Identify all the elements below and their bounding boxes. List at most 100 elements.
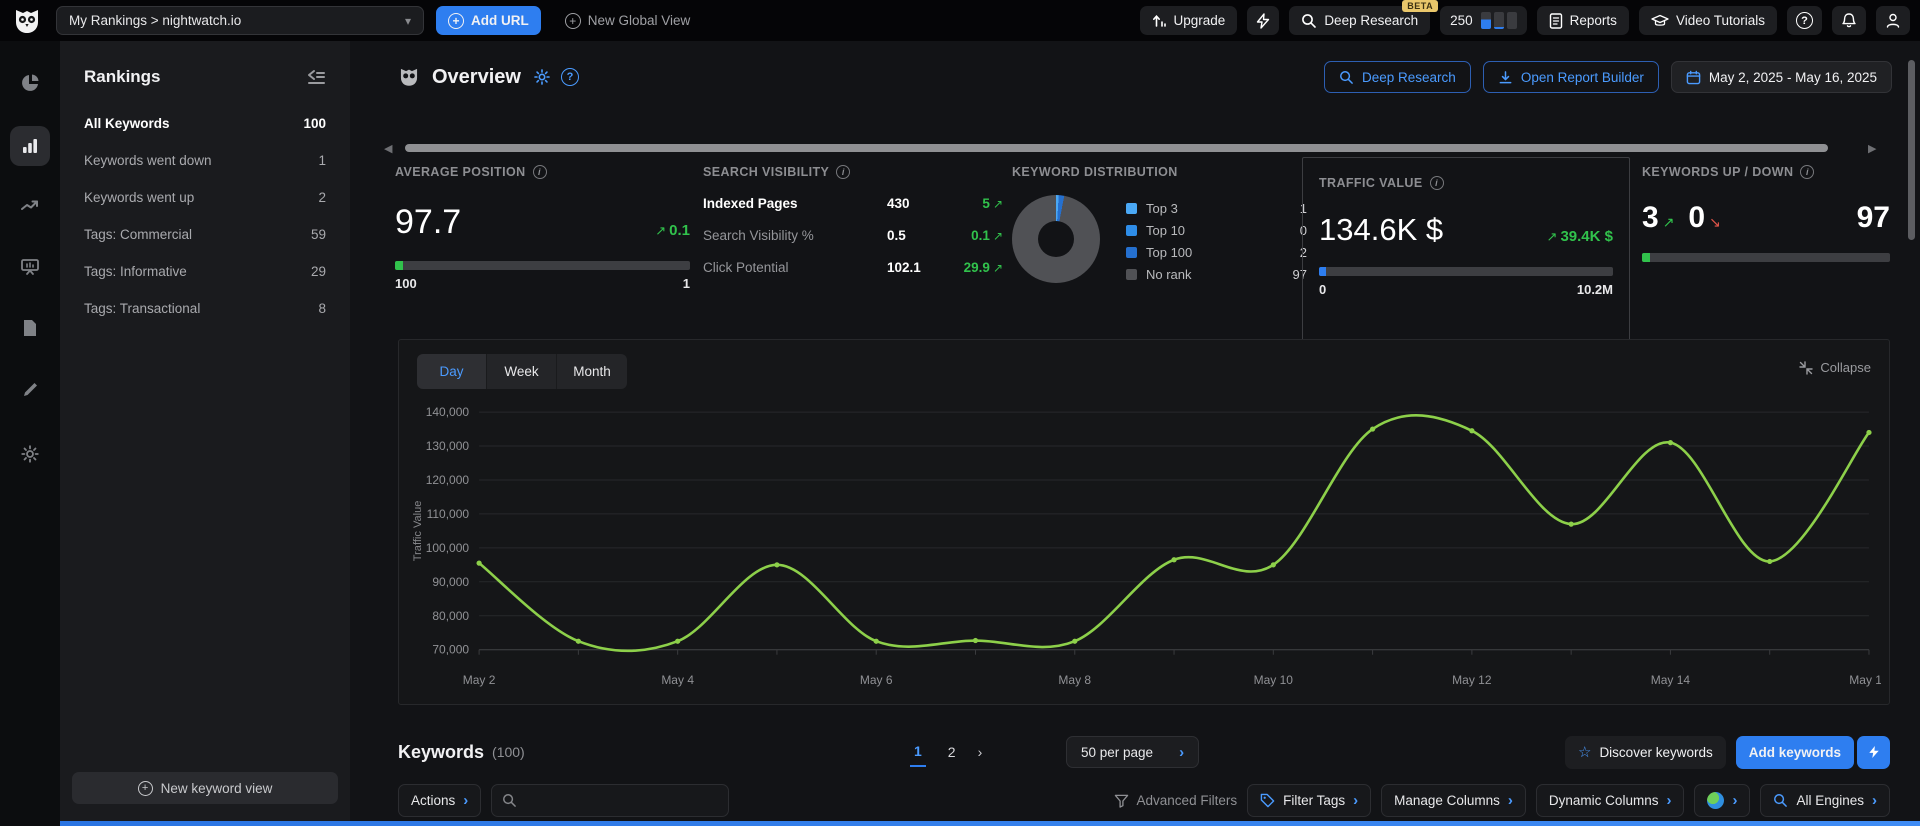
search-icon [503,794,517,807]
actions-button[interactable]: Actions › [398,784,482,817]
keywords-title: Keywords [398,741,485,762]
help-button[interactable]: ? [1787,6,1822,35]
tab-day[interactable]: Day [417,354,487,389]
add-keywords-label: Add keywords [1748,744,1841,760]
project-selector[interactable]: My Rankings > nightwatch.io ▾ [56,6,424,35]
scroll-left-icon[interactable]: ◀ [384,142,392,155]
keywords-up-down-card[interactable]: KEYWORDS UP / DOWN i 3 ↗ 0 ↘ 97 [1642,165,1890,341]
sidebar-item-all-keywords[interactable]: All Keywords 100 [60,105,350,142]
legend-label: Top 10 [1146,222,1186,238]
keywords-norank-value: 97 [1856,201,1890,234]
view-label: Keywords went down [84,153,212,168]
sidebar-item-backlinks[interactable] [10,247,50,287]
sidebar-item-site-analysis[interactable] [10,186,50,226]
next-page-icon[interactable]: › [978,744,983,760]
nightwatch-logo[interactable] [10,4,44,38]
keyword-search-input[interactable] [525,793,719,808]
deep-research-header-button[interactable]: Deep Research [1324,61,1471,93]
locale-selector-button[interactable]: › [1694,784,1751,817]
quick-actions-button[interactable] [1247,6,1280,35]
metric-value: 102.1 [887,260,921,275]
bulk-add-lightning-button[interactable] [1857,735,1890,769]
dynamic-columns-button[interactable]: Dynamic Columns › [1535,784,1685,817]
traffic-chart[interactable]: 70,000 80,000 90,000 100,000 110,000 120,000 1… [407,398,1889,696]
scale-min: 100 [395,276,417,291]
search-visibility-card[interactable]: SEARCH VISIBILITY i Indexed Pages 430 5 ↗… [703,165,1003,341]
tab-month[interactable]: Month [557,354,627,389]
info-icon[interactable]: i [532,165,547,179]
new-global-view-button[interactable]: + New Global View [553,6,703,35]
info-icon[interactable]: i [1800,165,1815,179]
keyword-distribution-card[interactable]: KEYWORD DISTRIBUTION Top 3 1 Top 10 0 To… [1012,165,1307,341]
click-potential-row: Click Potential 102.1 29.9 ↗ [703,260,1003,275]
open-report-builder-button[interactable]: Open Report Builder [1482,61,1659,93]
bar-chart-icon [23,139,37,153]
manage-columns-button[interactable]: Manage Columns › [1381,784,1526,817]
collapse-chart-button[interactable]: Collapse [1799,360,1871,375]
granularity-tabs: Day Week Month [417,354,627,389]
reports-label: Reports [1569,13,1617,28]
horizontal-scrollbar[interactable] [60,821,1920,826]
sidebar-item-keywords-went-down[interactable]: Keywords went down 1 [60,142,350,179]
pagination: 1 2 › [910,737,982,767]
notifications-button[interactable] [1832,6,1866,35]
keyword-search[interactable] [491,784,730,817]
collapse-icon [1799,360,1814,375]
collapse-sidebar-icon[interactable] [306,69,326,85]
advanced-filters-button[interactable]: Advanced Filters [1114,793,1237,808]
page-icon [24,320,36,336]
credits-widget[interactable]: 250 [1440,6,1527,35]
icon-rail [0,41,60,826]
video-tutorials-button[interactable]: Video Tutorials [1638,6,1777,35]
deep-research-label: Deep Research [1362,69,1456,85]
overview-help-icon[interactable]: ? [560,68,579,86]
keywords-down-value: 0 [1688,201,1706,234]
reports-button[interactable]: Reports [1536,6,1629,35]
page-2[interactable]: 2 [944,738,960,766]
sidebar-item-tags-commercial[interactable]: Tags: Commercial 59 [60,216,350,253]
info-icon[interactable]: i [1429,176,1444,190]
tag-icon [1260,793,1275,808]
filter-tags-button[interactable]: Filter Tags › [1247,784,1372,817]
discover-keywords-button[interactable]: ☆ Discover keywords [1564,735,1726,769]
up-right-icon: ↗ [1546,229,1558,244]
view-settings-gear-icon[interactable] [533,68,551,86]
deep-research-wrap: Deep Research BETA [1289,0,1439,35]
add-keywords-button[interactable]: Add keywords [1735,735,1854,769]
sidebar-item-keywords-went-up[interactable]: Keywords went up 2 [60,179,350,216]
legend-row-norank: No rank 97 [1126,263,1307,285]
new-keyword-view-label: New keyword view [160,780,273,796]
new-keyword-view-button[interactable]: + New keyword view [72,772,338,804]
sidebar-item-reports[interactable] [10,308,50,348]
sidebar-item-rankings[interactable] [10,126,50,166]
scroll-right-icon[interactable]: ▶ [1868,142,1876,155]
sidebar-item-tags-transactional[interactable]: Tags: Transactional 8 [60,290,350,327]
account-button[interactable] [1876,6,1910,35]
cards-scrollbar: ◀ ▶ [350,141,1920,155]
svg-text:Traffic Value: Traffic Value [412,501,424,562]
cards-scrollbar-thumb[interactable] [405,144,1828,152]
date-range-picker[interactable]: May 2, 2025 - May 16, 2025 [1670,61,1892,93]
sidebar-item-dashboard[interactable] [10,63,50,103]
sidebar-item-settings[interactable] [10,434,50,474]
tab-week[interactable]: Week [487,354,557,389]
sidebar-item-tags-informative[interactable]: Tags: Informative 29 [60,253,350,290]
sidebar-item-notes[interactable] [10,369,50,409]
credits-count: 250 [1450,13,1473,28]
filter-tags-label: Filter Tags [1283,793,1346,808]
add-url-button[interactable]: + Add URL [436,6,541,35]
page-1[interactable]: 1 [910,737,926,767]
upgrade-button[interactable]: Upgrade [1139,6,1238,35]
vertical-scrollbar-thumb[interactable] [1908,60,1915,240]
all-engines-button[interactable]: All Engines › [1760,784,1890,817]
video-tutorials-label: Video Tutorials [1675,13,1765,28]
project-selector-value: My Rankings > nightwatch.io [69,13,242,28]
legend-label: Top 100 [1146,244,1193,260]
average-position-card[interactable]: AVERAGE POSITION i 97.7 ↗ 0.1 100 1 [395,165,690,341]
info-icon[interactable]: i [836,165,851,179]
svg-text:May 16: May 16 [1849,673,1881,687]
up-right-icon: ↗ [992,229,1003,243]
traffic-value-card[interactable]: TRAFFIC VALUE i 134.6K $ ↗ 39.4K $ 0 10.2… [1302,157,1630,349]
per-page-select[interactable]: 50 per page › [1066,736,1200,768]
svg-text:70,000: 70,000 [432,643,469,657]
